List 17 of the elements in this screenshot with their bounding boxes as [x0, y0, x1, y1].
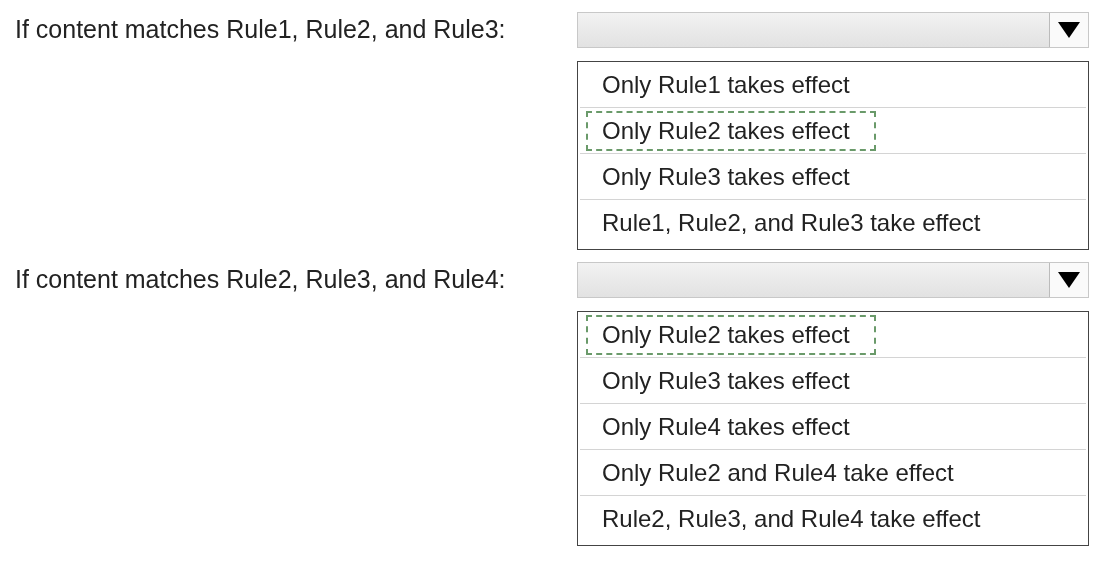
question-label: If content matches Rule2, Rule3, and Rule4:: [15, 264, 507, 295]
question-label: If content matches Rule1, Rule2, and Rule3:: [15, 14, 507, 45]
dropdown-option[interactable]: Only Rule2 and Rule4 take effect: [586, 452, 980, 493]
caret-icon: [1058, 22, 1080, 38]
dropdown-button[interactable]: [1049, 263, 1088, 297]
dropdown-option[interactable]: Only Rule3 takes effect: [586, 156, 876, 197]
dropdown-option[interactable]: Only Rule3 takes effect: [586, 360, 876, 401]
dropdown-option[interactable]: Rule1, Rule2, and Rule3 take effect: [586, 202, 1007, 243]
dropdown-option[interactable]: Only Rule1 takes effect: [586, 64, 876, 105]
dropdown-button[interactable]: [1049, 13, 1088, 47]
dropdown-option[interactable]: Rule2, Rule3, and Rule4 take effect: [586, 498, 1007, 539]
dropdown-option[interactable]: Only Rule2 takes effect: [586, 110, 876, 151]
dropdown-option[interactable]: Only Rule4 takes effect: [586, 406, 876, 447]
dropdown-field[interactable]: [577, 12, 1089, 48]
caret-icon: [1058, 272, 1080, 288]
dropdown-option[interactable]: Only Rule2 takes effect: [586, 314, 876, 355]
dropdown-field[interactable]: [577, 262, 1089, 298]
